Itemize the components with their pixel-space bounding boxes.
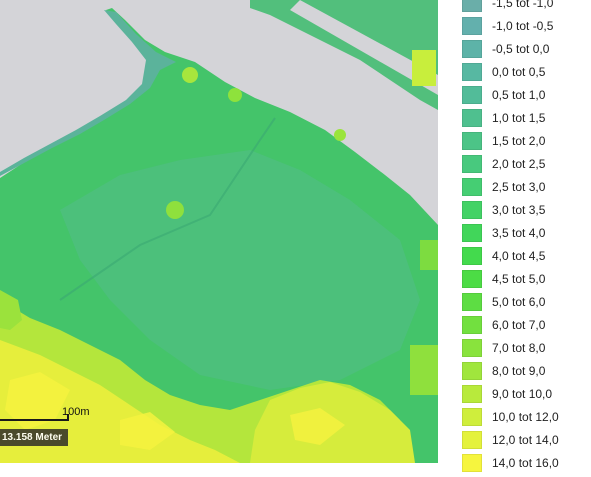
legend-swatch [462, 247, 482, 265]
legend-swatch [462, 178, 482, 196]
legend-item: 4,0 tot 4,5 [462, 246, 545, 266]
legend-swatch [462, 155, 482, 173]
legend-item: 9,0 tot 10,0 [462, 384, 552, 404]
legend-swatch [462, 270, 482, 288]
legend-swatch [462, 224, 482, 242]
building-3 [420, 240, 438, 270]
scale-bar-label: 100m [62, 406, 90, 418]
terrain-dock [250, 0, 438, 110]
legend-label: 12,0 tot 14,0 [492, 433, 559, 447]
building-2 [410, 345, 438, 395]
legend-item: -0,5 tot 0,0 [462, 39, 549, 59]
legend-label: 7,0 tot 8,0 [492, 341, 546, 355]
legend-item: -1,0 tot -0,5 [462, 16, 553, 36]
legend-item: 10,0 tot 12,0 [462, 407, 559, 427]
legend-item: 2,5 tot 3,0 [462, 177, 545, 197]
legend-swatch [462, 431, 482, 449]
legend-item: 2,0 tot 2,5 [462, 154, 545, 174]
legend-item: -1,5 tot -1,0 [462, 0, 553, 13]
tree-clump-4 [334, 129, 346, 141]
legend-item: 8,0 tot 9,0 [462, 361, 545, 381]
legend-label: 2,0 tot 2,5 [492, 157, 546, 171]
legend-swatch [462, 454, 482, 472]
legend-item: 6,0 tot 7,0 [462, 315, 545, 335]
legend-label: 4,5 tot 5,0 [492, 272, 546, 286]
legend-swatch [462, 132, 482, 150]
legend-label: 0,0 tot 0,5 [492, 65, 546, 79]
legend-label: -0,5 tot 0,0 [492, 42, 550, 56]
scale-bar-line [0, 419, 68, 421]
legend-item: 4,5 tot 5,0 [462, 269, 545, 289]
legend-label: 2,5 tot 3,0 [492, 180, 546, 194]
legend-swatch [462, 86, 482, 104]
legend-label: 4,0 tot 4,5 [492, 249, 546, 263]
legend-label: 3,5 tot 4,0 [492, 226, 546, 240]
legend-item: 1,5 tot 2,0 [462, 131, 545, 151]
legend-swatch [462, 109, 482, 127]
legend-item: 3,5 tot 4,0 [462, 223, 545, 243]
legend-item: 3,0 tot 3,5 [462, 200, 545, 220]
legend-label: -1,5 tot -1,0 [492, 0, 554, 10]
legend-swatch [462, 339, 482, 357]
legend-swatch [462, 385, 482, 403]
measurement-readout: 13.158 Meter [0, 429, 69, 446]
legend-label: 6,0 tot 7,0 [492, 318, 546, 332]
legend-swatch [462, 63, 482, 81]
elevation-raster [0, 0, 438, 463]
legend-item: 0,0 tot 0,5 [462, 62, 545, 82]
legend-swatch [462, 0, 482, 12]
legend-item: 12,0 tot 14,0 [462, 430, 559, 450]
legend-label: 8,0 tot 9,0 [492, 364, 546, 378]
tree-clump-1 [182, 67, 198, 83]
legend-item: 7,0 tot 8,0 [462, 338, 545, 358]
legend-swatch [462, 293, 482, 311]
elevation-map[interactable]: 100m 13.158 Meter [0, 0, 438, 463]
legend-label: 0,5 tot 1,0 [492, 88, 546, 102]
building-1 [412, 50, 436, 86]
legend-item: 5,0 tot 6,0 [462, 292, 545, 312]
scale-bar: 100m [0, 406, 90, 424]
legend-swatch [462, 362, 482, 380]
tree-clump-2 [228, 88, 242, 102]
tree-clump-3 [166, 201, 184, 219]
legend-item: 14,0 tot 16,0 [462, 453, 559, 473]
legend-label: 9,0 tot 10,0 [492, 387, 553, 401]
legend-label: 14,0 tot 16,0 [492, 456, 559, 470]
legend-swatch [462, 40, 482, 58]
legend-swatch [462, 201, 482, 219]
elevation-legend: -1,5 tot -1,0 -1,0 tot -0,5 -0,5 tot 0,0 0,… [438, 0, 591, 477]
legend-label: -1,0 tot -0,5 [492, 19, 554, 33]
legend-label: 5,0 tot 6,0 [492, 295, 546, 309]
legend-swatch [462, 17, 482, 35]
legend-label: 3,0 tot 3,5 [492, 203, 546, 217]
legend-label: 1,5 tot 2,0 [492, 134, 546, 148]
legend-swatch [462, 408, 482, 426]
legend-item: 0,5 tot 1,0 [462, 85, 545, 105]
legend-label: 1,0 tot 1,5 [492, 111, 546, 125]
legend-item: 1,0 tot 1,5 [462, 108, 545, 128]
legend-swatch [462, 316, 482, 334]
legend-label: 10,0 tot 12,0 [492, 410, 559, 424]
